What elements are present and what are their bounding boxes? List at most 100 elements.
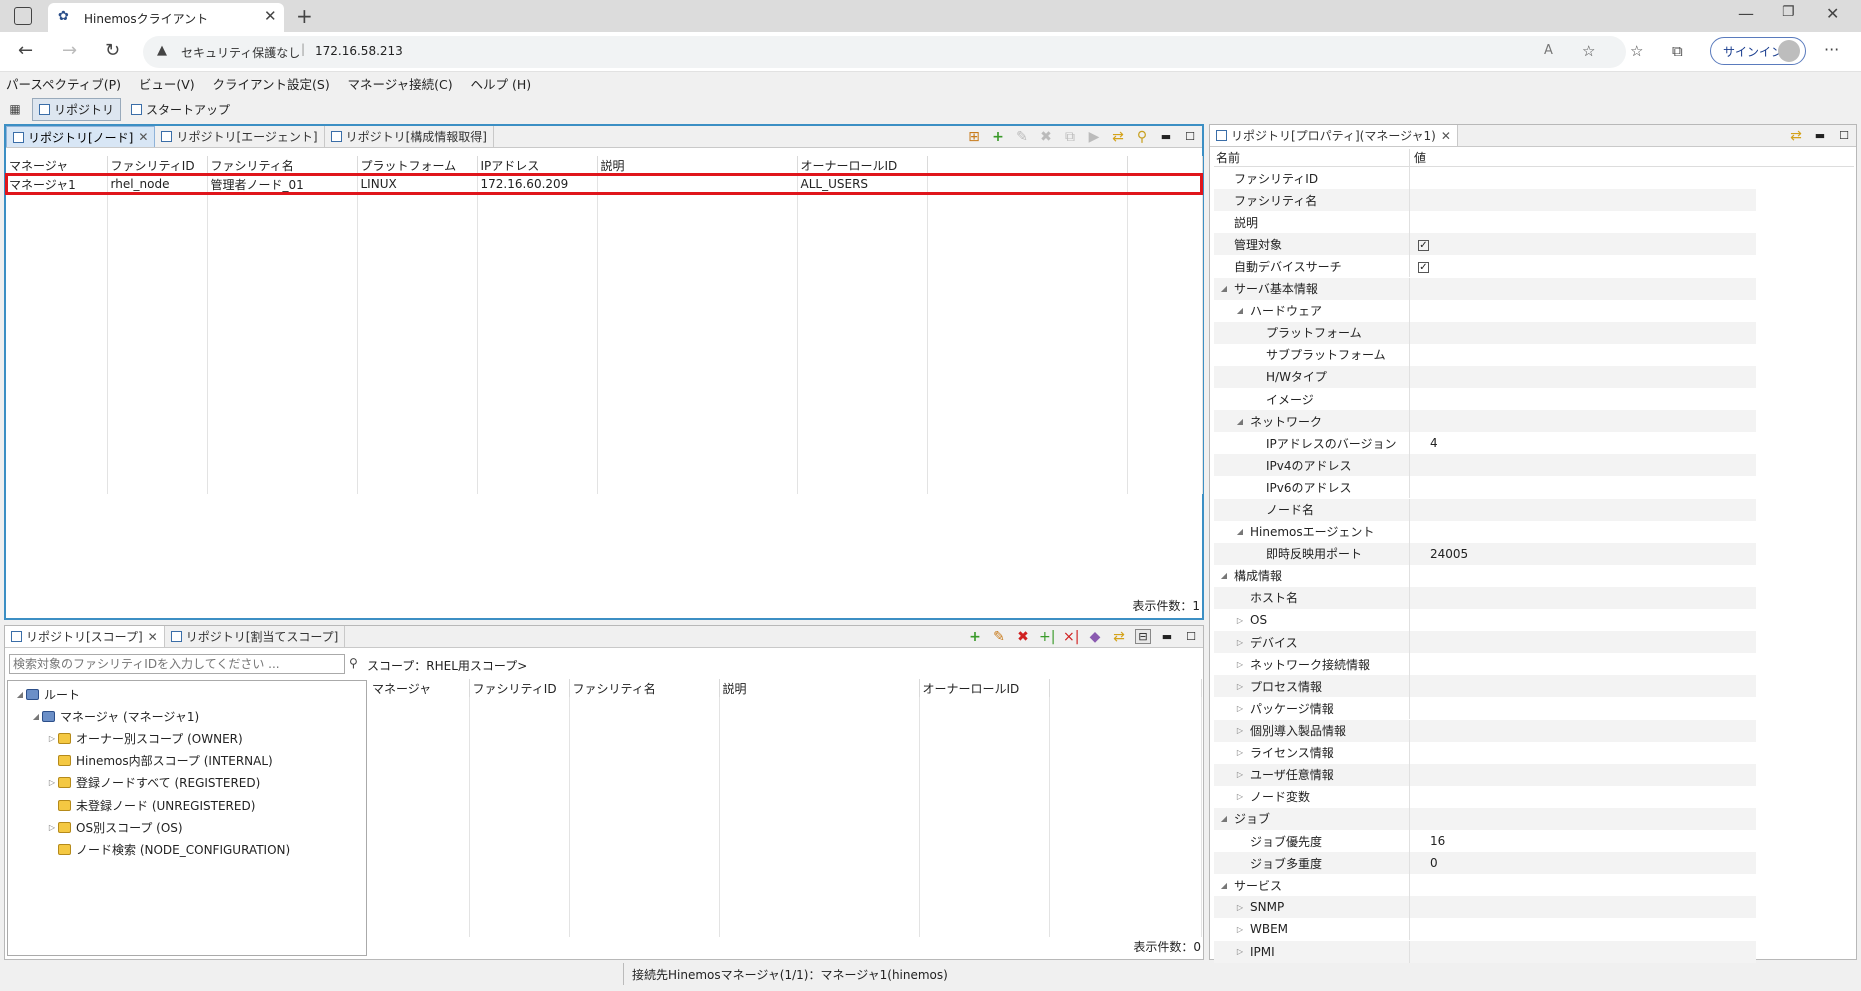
edit-icon[interactable]: ✎ [991, 629, 1007, 645]
expand-toggle-icon[interactable]: ▷ [1234, 682, 1246, 691]
col-description[interactable]: 説明 [719, 679, 920, 697]
maximize-view-icon[interactable]: ☐ [1182, 130, 1198, 143]
expand-toggle-icon[interactable]: ▷ [1234, 660, 1246, 669]
property-row[interactable]: ▷ プロセス情報 [1214, 675, 1756, 698]
node-map-icon[interactable]: ⊞ [966, 129, 982, 145]
col-owner-role[interactable]: オーナーロールID [919, 679, 1050, 697]
expand-toggle-icon[interactable]: ▷ [1234, 638, 1246, 647]
property-row[interactable]: ジョブ多重度 0 [1214, 852, 1756, 875]
restore-window-icon[interactable]: ❐ [1782, 4, 1795, 20]
scope-search-input[interactable] [9, 654, 345, 674]
expand-toggle-icon[interactable]: ◢ [1218, 814, 1230, 823]
menu-manager-connection[interactable]: マネージャ接続(C) [348, 77, 453, 92]
property-row[interactable]: ◢ ネットワーク [1214, 410, 1756, 433]
expand-toggle-icon[interactable]: ▷ [1234, 903, 1246, 912]
expand-toggle-icon[interactable]: ▷ [1234, 616, 1246, 625]
more-icon[interactable]: ··· [1824, 40, 1839, 59]
property-row[interactable]: ◢ サーバ基本情報 [1214, 277, 1756, 300]
refresh-icon[interactable]: ⇄ [1111, 629, 1127, 645]
property-row[interactable]: 即時反映用ポート 24005 [1214, 542, 1756, 565]
tree-node[interactable]: 未登録ノード (UNREGISTERED) [46, 796, 255, 814]
expand-toggle-icon[interactable]: ◢ [1234, 306, 1246, 315]
add-favorite-icon[interactable]: ☆ [1582, 42, 1595, 60]
expand-toggle-icon[interactable]: ◢ [1234, 527, 1246, 536]
menu-help[interactable]: ヘルプ (H) [470, 77, 531, 92]
property-row[interactable]: ▷ ノード変数 [1214, 785, 1756, 808]
property-row[interactable]: ジョブ優先度 16 [1214, 830, 1756, 852]
url-field[interactable]: ▲ セキュリティ保護なし | 172.16.58.213 [143, 36, 1626, 68]
col-ip-address[interactable]: IPアドレス [477, 156, 598, 174]
property-row[interactable]: ファシリティ名 [1214, 189, 1756, 212]
expand-toggle-icon[interactable]: ▷ [1234, 726, 1246, 735]
property-row[interactable]: ◢ ハードウェア [1214, 299, 1756, 322]
expand-toggle-icon[interactable]: ▷ [1234, 792, 1246, 801]
release-node-icon[interactable]: ×| [1063, 629, 1079, 645]
expand-toggle-icon[interactable]: ▷ [46, 778, 58, 787]
col-facility-id[interactable]: ファシリティID [107, 156, 208, 174]
expand-toggle-icon[interactable]: ▷ [1234, 770, 1246, 779]
expand-toggle-icon[interactable]: ▷ [1234, 947, 1246, 956]
tab-repository-config[interactable]: リポジトリ[構成情報取得] [325, 126, 494, 147]
col-owner-role[interactable]: オーナーロールID [797, 156, 928, 174]
expand-toggle-icon[interactable]: ◢ [1218, 571, 1230, 580]
tree-node[interactable]: ▷ OS別スコープ (OS) [46, 818, 183, 836]
col-description[interactable]: 説明 [597, 156, 798, 174]
property-row[interactable]: イメージ [1214, 388, 1756, 410]
col-facility-name[interactable]: ファシリティ名 [207, 156, 358, 174]
property-row[interactable]: ▷ ライセンス情報 [1214, 741, 1756, 764]
property-row[interactable]: ▷ IPMI [1214, 940, 1756, 963]
tree-node[interactable]: ◢ ルート [14, 685, 80, 703]
col-manager[interactable]: マネージャ [369, 679, 470, 697]
refresh-icon[interactable]: ⇄ [1110, 129, 1126, 145]
collections-icon[interactable]: ⧉ [1672, 42, 1683, 60]
minimize-view-icon[interactable]: ▬ [1158, 130, 1174, 143]
copy-icon[interactable]: ⧉ [1062, 129, 1078, 145]
delete-icon[interactable]: ✖ [1038, 129, 1054, 145]
property-row[interactable]: ▷ デバイス [1214, 631, 1756, 654]
close-tab-icon[interactable]: ✕ [264, 7, 277, 25]
expand-toggle-icon[interactable]: ◢ [30, 712, 42, 721]
col-facility-name[interactable]: ファシリティ名 [569, 679, 720, 697]
minimize-view-icon[interactable]: ▬ [1159, 630, 1175, 643]
tree-node[interactable]: ノード検索 (NODE_CONFIGURATION) [46, 840, 290, 858]
tree-node[interactable]: ◢ マネージャ (マネージャ1) [30, 707, 199, 725]
edit-icon[interactable]: ✎ [1014, 129, 1030, 145]
property-row[interactable]: 自動デバイスサーチ ✓ [1214, 255, 1756, 278]
col-platform[interactable]: プラットフォーム [357, 156, 478, 174]
tab-repository-node[interactable]: リポジトリ[ノード] ✕ [6, 126, 156, 147]
tab-repository-scope[interactable]: リポジトリ[スコープ] ✕ [5, 626, 165, 647]
tree-node[interactable]: ▷ オーナー別スコープ (OWNER) [46, 729, 243, 747]
tab-repository-property[interactable]: リポジトリ[プロパティ](マネージャ1) ✕ [1210, 125, 1458, 146]
tab-repository-agent[interactable]: リポジトリ[エージェント] [155, 126, 325, 147]
property-row[interactable]: ◢ ジョブ [1214, 807, 1756, 830]
add-icon[interactable]: + [967, 629, 983, 645]
col-facility-id[interactable]: ファシリティID [469, 679, 570, 697]
perspective-startup[interactable]: スタートアップ [131, 101, 230, 118]
property-row[interactable]: ▷ ユーザ任意情報 [1214, 763, 1756, 786]
close-icon[interactable]: ✕ [148, 630, 158, 644]
menu-view[interactable]: ビュー(V) [139, 77, 195, 92]
property-row[interactable]: ▷ ネットワーク接続情報 [1214, 653, 1756, 676]
col-manager[interactable]: マネージャ [6, 156, 108, 174]
expand-toggle-icon[interactable]: ▷ [1234, 925, 1246, 934]
expand-toggle-icon[interactable]: ◢ [1234, 417, 1246, 426]
tree-display-icon[interactable]: ⊟ [1135, 629, 1151, 644]
property-row[interactable]: ▷ SNMP [1214, 896, 1756, 919]
browser-tab[interactable]: ✿ Hinemosクライアント ✕ [48, 3, 284, 32]
menu-client-settings[interactable]: クライアント設定(S) [213, 77, 330, 92]
property-row[interactable]: ▷ OS [1214, 609, 1756, 631]
property-row[interactable]: 管理対象 ✓ [1214, 233, 1756, 256]
property-row[interactable]: ノード名 [1214, 498, 1756, 521]
property-row[interactable]: サブプラットフォーム [1214, 343, 1756, 366]
close-window-icon[interactable]: ✕ [1826, 4, 1839, 23]
tree-node[interactable]: ▷ 登録ノードすべて (REGISTERED) [46, 774, 260, 792]
expand-toggle-icon[interactable]: ▷ [46, 734, 58, 743]
expand-toggle-icon[interactable]: ◢ [1218, 881, 1230, 890]
favorites-icon[interactable]: ☆ [1630, 42, 1643, 60]
property-row[interactable]: ◢ Hinemosエージェント [1214, 520, 1756, 543]
add-icon[interactable]: + [990, 129, 1006, 145]
filter-icon[interactable]: ⚲ [1134, 129, 1150, 145]
tab-actions-icon[interactable] [14, 7, 32, 25]
property-row[interactable]: H/Wタイプ [1214, 365, 1756, 388]
read-aloud-icon[interactable]: A [1544, 43, 1553, 58]
